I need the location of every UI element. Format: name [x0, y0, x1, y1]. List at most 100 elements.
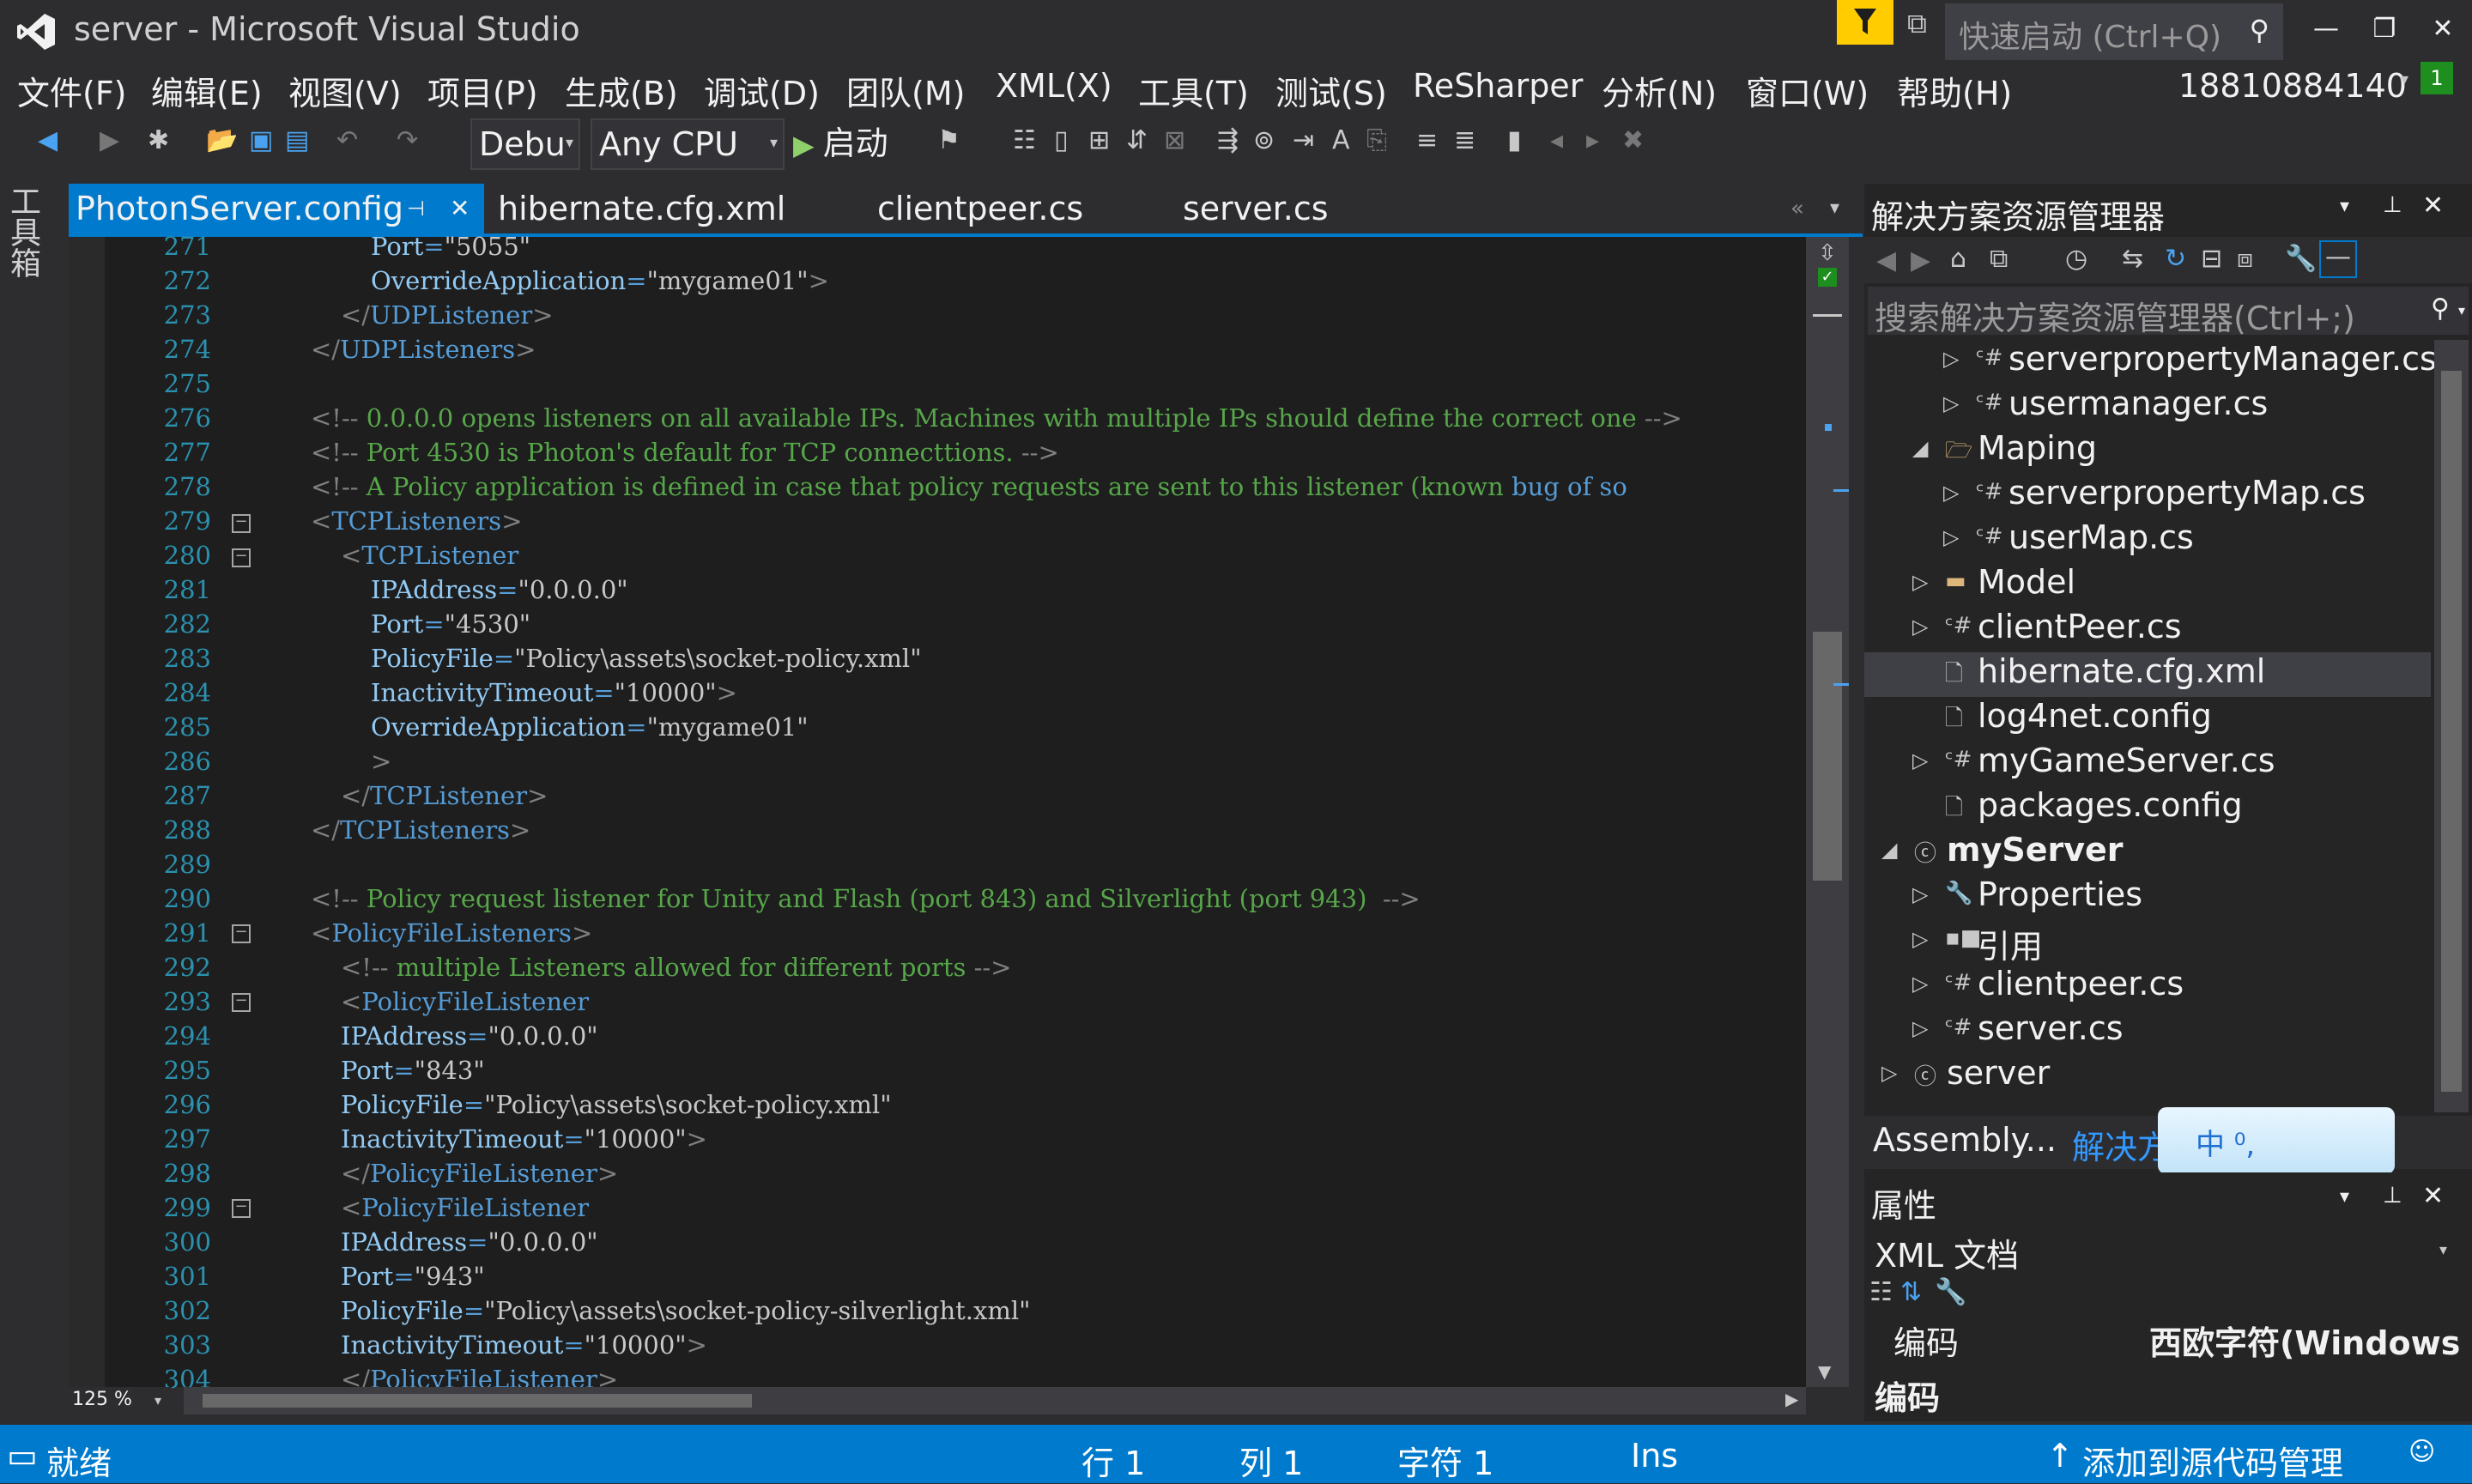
pin-icon[interactable]: ⊥: [2383, 1183, 2402, 1208]
tree-item[interactable]: ▷ ᶜ# serverpropertyManager.cs: [1864, 340, 2437, 385]
tree-item[interactable]: ▷ ᶜ# server.cs: [1864, 1009, 2431, 1054]
collapsed-arrow-icon[interactable]: ▷: [1912, 927, 1928, 951]
code-line[interactable]: PolicyFile="Policy\assets\socket-policy-…: [341, 1296, 1030, 1325]
tree-item[interactable]: 🗋 log4net.config: [1864, 697, 2431, 742]
tree-item[interactable]: ◢ ⓒ myServer: [1864, 831, 2431, 875]
tree-item[interactable]: ▷ ᶜ# clientPeer.cs: [1864, 608, 2431, 652]
collapsed-arrow-icon[interactable]: ▷: [1943, 391, 1959, 415]
code-line[interactable]: PolicyFile="Policy\assets\socket-policy.…: [371, 644, 922, 673]
property-row-encoding[interactable]: 编码 西欧字符(Windows: [1875, 1313, 2460, 1362]
back-icon[interactable]: ◀: [1876, 245, 1896, 276]
tree-item[interactable]: ▷ ᶜ# myGameServer.cs: [1864, 742, 2431, 786]
code-line[interactable]: <TCPListener: [341, 541, 518, 570]
expanded-arrow-icon[interactable]: ◢: [1912, 436, 1928, 460]
code-line[interactable]: <!-- 0.0.0.0 opens listeners on all avai…: [311, 403, 1682, 433]
code-line[interactable]: <PolicyFileListener: [341, 987, 589, 1016]
tree-scroll-thumb[interactable]: [2441, 371, 2462, 1092]
tree-item[interactable]: ▷ ᶜ# serverpropertyMap.cs: [1864, 474, 2431, 518]
code-line[interactable]: >: [371, 747, 391, 776]
menu-help[interactable]: 帮助(H): [1897, 67, 2012, 114]
collapsed-arrow-icon[interactable]: ▷: [1912, 1016, 1928, 1040]
close-window-button[interactable]: ✕: [2410, 5, 2472, 53]
new-project-icon[interactable]: ✱: [148, 125, 169, 155]
code-line[interactable]: <!-- multiple Listeners allowed for diff…: [341, 953, 1011, 982]
code-line[interactable]: IPAddress="0.0.0.0": [371, 575, 628, 604]
collapsed-arrow-icon[interactable]: ▷: [1912, 972, 1928, 996]
split-window-icon[interactable]: ⇳: [1818, 240, 1837, 266]
collapse-all-icon[interactable]: ⊟: [2201, 244, 2222, 274]
code-line[interactable]: </UDPListener>: [341, 300, 554, 330]
panel-menu-icon[interactable]: ▾: [2340, 196, 2349, 217]
tree-item[interactable]: ▷ ᶜ# usermanager.cs: [1864, 385, 2431, 429]
collapsed-arrow-icon[interactable]: ▷: [1881, 1061, 1897, 1085]
pending-changes-icon[interactable]: ◷: [2065, 244, 2087, 274]
fold-toggle-icon[interactable]: −: [232, 1199, 251, 1218]
add-to-source-control-button[interactable]: 添加到源代码管理: [2082, 1437, 2343, 1484]
code-line[interactable]: </PolicyFileListener>: [341, 1365, 618, 1387]
code-line[interactable]: OverrideApplication="mygame01": [371, 712, 809, 742]
tab-assembly-explorer[interactable]: Assembly...: [1873, 1121, 2057, 1159]
open-file-icon[interactable]: 📂: [206, 125, 238, 155]
code-line[interactable]: Port="5055": [371, 232, 530, 261]
code-line[interactable]: InactivityTimeout="10000">: [341, 1330, 707, 1360]
search-options-icon[interactable]: ▾: [2458, 302, 2465, 318]
collapsed-arrow-icon[interactable]: ▷: [1912, 615, 1928, 639]
code-line[interactable]: OverrideApplication="mygame01">: [371, 266, 829, 295]
scroll-right-icon[interactable]: ▶: [1785, 1389, 1798, 1409]
editor-scroll-thumb[interactable]: [1813, 632, 1842, 881]
code-line[interactable]: <TCPListeners>: [311, 506, 523, 536]
forward-icon[interactable]: ▶: [1911, 245, 1930, 276]
code-line[interactable]: <PolicyFileListeners>: [311, 918, 592, 948]
collapsed-arrow-icon[interactable]: ▷: [1943, 525, 1959, 549]
menu-edit[interactable]: 编辑(E): [151, 67, 263, 114]
home-icon[interactable]: ⌂: [1950, 244, 1966, 274]
code-line[interactable]: <PolicyFileListener: [341, 1193, 589, 1222]
account-name[interactable]: 18810884140: [2178, 67, 2407, 105]
code-line[interactable]: Port="943": [341, 1262, 485, 1291]
minimize-button[interactable]: —: [2293, 5, 2359, 53]
navigate-back-icon[interactable]: ◀: [38, 125, 58, 155]
collapsed-arrow-icon[interactable]: ▷: [1943, 347, 1959, 371]
feedback-icon[interactable]: ⧉: [1907, 7, 1927, 40]
zoom-dropdown-icon[interactable]: ▾: [154, 1392, 161, 1408]
ime-toolbar[interactable]: 中 ⁰,: [2158, 1107, 2395, 1174]
fold-toggle-icon[interactable]: −: [232, 924, 251, 943]
tree-item[interactable]: ▷ 🔧 Properties: [1864, 875, 2431, 920]
tree-item[interactable]: ▷ ᶜ# userMap.cs: [1864, 518, 2431, 563]
properties-wrench-icon[interactable]: 🔧: [2285, 244, 2317, 274]
panel-menu-icon[interactable]: ▾: [2340, 1186, 2349, 1208]
code-line[interactable]: </TCPListener>: [341, 781, 548, 810]
collapsed-arrow-icon[interactable]: ▷: [1912, 882, 1928, 906]
code-line[interactable]: Port="4530": [371, 609, 530, 639]
code-line[interactable]: <!-- Port 4530 is Photon's default for T…: [311, 438, 1059, 467]
preview-selected-icon[interactable]: —: [2319, 240, 2357, 278]
sync-icon[interactable]: ⇆: [2122, 244, 2143, 274]
code-text-area[interactable]: Port="5055" OverrideApplication="mygame01…: [311, 0, 1804, 1387]
quick-launch-input[interactable]: 快速启动 (Ctrl+Q) ⚲: [1945, 3, 2283, 60]
save-all-icon[interactable]: ▤: [285, 125, 309, 155]
property-value[interactable]: 西欧字符(Windows: [2149, 1317, 2460, 1364]
tab-dropdown-icon[interactable]: ▾: [1830, 184, 1839, 233]
object-dropdown-icon[interactable]: ▾: [2439, 1241, 2447, 1259]
notification-flag-icon[interactable]: [1837, 0, 1893, 45]
code-line[interactable]: <!-- A Policy application is defined in …: [311, 472, 1627, 501]
fold-toggle-icon[interactable]: −: [232, 514, 251, 533]
tree-item[interactable]: ▷ ᶜ# clientpeer.cs: [1864, 965, 2431, 1009]
fold-toggle-icon[interactable]: −: [232, 548, 251, 567]
selected-object[interactable]: XML 文档: [1875, 1229, 2019, 1276]
property-pages-icon[interactable]: 🔧: [1935, 1277, 1966, 1307]
code-line[interactable]: Port="843": [341, 1056, 485, 1085]
collapsed-arrow-icon[interactable]: ▷: [1943, 481, 1959, 505]
show-all-files-icon[interactable]: ⧈: [2237, 244, 2253, 274]
navigate-forward-icon[interactable]: ▶: [100, 125, 119, 155]
switch-views-icon[interactable]: ⧉: [1990, 244, 2008, 274]
close-panel-icon[interactable]: ✕: [2422, 191, 2444, 221]
save-icon[interactable]: ▣: [249, 125, 273, 155]
zoom-level[interactable]: 125 %: [72, 1389, 132, 1410]
code-line[interactable]: </UDPListeners>: [311, 335, 536, 364]
categorized-icon[interactable]: ☷: [1869, 1277, 1893, 1307]
code-line[interactable]: IPAddress="0.0.0.0": [341, 1021, 598, 1051]
refresh-icon[interactable]: ↻: [2165, 244, 2186, 274]
code-line[interactable]: </PolicyFileListener>: [341, 1159, 618, 1188]
code-line[interactable]: <!-- Policy request listener for Unity a…: [311, 884, 1421, 913]
